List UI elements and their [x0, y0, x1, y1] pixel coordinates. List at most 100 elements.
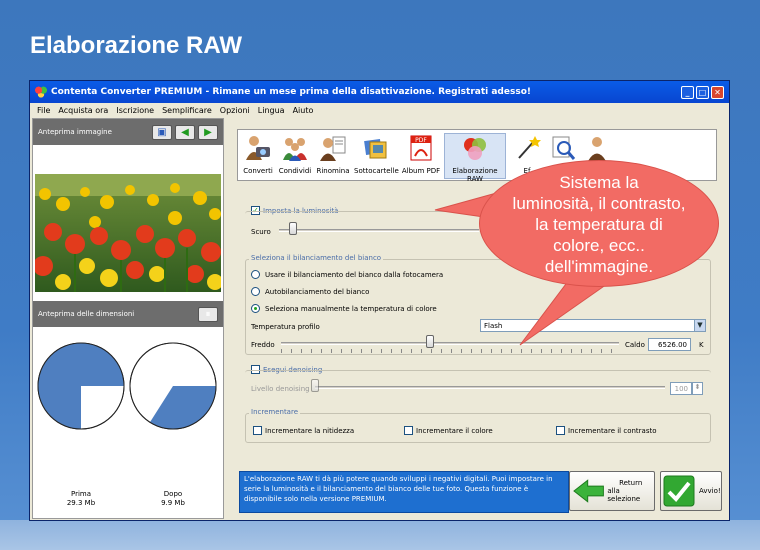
denoise-level-label: Livello denoising — [251, 385, 310, 393]
menu-opzioni[interactable]: Opzioni — [220, 106, 250, 115]
preview-title: Anteprima immagine — [38, 128, 112, 136]
tool-rinomina[interactable]: Rinomina — [316, 134, 350, 175]
color-checkbox[interactable] — [404, 426, 413, 435]
wb-manual-label: Seleziona manualmente la temperatura di … — [265, 305, 437, 313]
return-label-2: alla selezione — [607, 487, 641, 503]
bottom-band — [0, 520, 760, 550]
person-camera-icon — [246, 136, 270, 160]
wb-camera-radio[interactable] — [251, 270, 260, 279]
tool-converti-label: Converti — [243, 167, 273, 175]
pause-icon: ⏸ — [205, 308, 211, 320]
brightness-slider-thumb[interactable] — [289, 222, 297, 235]
menu-bar: File Acquista ora Iscrizione Semplificar… — [30, 103, 729, 117]
after-size: 9.9 Mb — [161, 499, 185, 507]
temp-slider-thumb[interactable] — [425, 335, 434, 348]
next-image-button[interactable]: ▶ — [198, 124, 218, 140]
window-title: Contenta Converter PREMIUM - Rimane un m… — [51, 87, 531, 97]
temp-profile-select[interactable]: Flash ▼ — [480, 319, 706, 332]
wb-camera-label: Usare il bilanciamento del bianco dalla … — [265, 271, 444, 279]
page-heading: Elaborazione RAW — [30, 32, 243, 59]
person-icon — [588, 137, 606, 161]
menu-semplificare[interactable]: Semplificare — [162, 106, 212, 115]
callout-line-3: la temperatura di — [535, 215, 663, 234]
color-label: Incrementare il colore — [416, 427, 493, 435]
people-icon — [283, 138, 307, 161]
denoise-spinner[interactable]: ⬍ — [692, 382, 703, 395]
wb-manual-radio[interactable] — [251, 304, 260, 313]
tool-condividi[interactable]: Condividi — [278, 134, 312, 175]
folder-photos-icon — [364, 138, 387, 159]
app-window: Contenta Converter PREMIUM - Rimane un m… — [29, 80, 730, 521]
temp-unit: K — [699, 341, 704, 349]
callout-line-2: luminosità, il contrasto, — [512, 194, 686, 213]
denoise-slider-thumb[interactable] — [311, 379, 319, 392]
warm-label: Caldo — [625, 341, 645, 349]
chevron-down-icon: ▼ — [694, 320, 705, 331]
svg-text:PDF: PDF — [415, 137, 427, 144]
pause-button[interactable]: ⏸ — [198, 306, 218, 322]
brightness-slider-track[interactable] — [279, 229, 479, 232]
contrast-label: Incrementare il contrasto — [568, 427, 657, 435]
callout-text: Sistema la luminosità, il contrasto, la … — [479, 172, 719, 277]
spinner-icon: ⬍ — [694, 383, 701, 391]
wb-auto-radio[interactable] — [251, 287, 260, 296]
checkmark-icon — [663, 475, 695, 507]
callout-line-1: Sistema la — [559, 173, 639, 192]
minimize-button[interactable]: _ — [681, 85, 694, 99]
denoise-value-input[interactable]: 100 — [670, 382, 692, 395]
denoise-slider-track[interactable] — [315, 386, 665, 389]
size-preview-title: Anteprima delle dimensioni — [38, 310, 135, 318]
tool-album-pdf[interactable]: PDF Album PDF — [401, 134, 441, 175]
tool-condividi-label: Condividi — [278, 167, 312, 175]
start-label: Avvio! — [699, 487, 721, 495]
person-document-icon — [320, 136, 346, 161]
tool-album-pdf-label: Album PDF — [401, 167, 441, 175]
menu-iscrizione[interactable]: Iscrizione — [116, 106, 154, 115]
close-button[interactable]: ✕ — [711, 85, 724, 99]
menu-acquista[interactable]: Acquista ora — [58, 106, 108, 115]
tool-converti[interactable]: Converti — [242, 134, 274, 175]
size-pie-charts — [37, 342, 217, 430]
temp-value-input[interactable]: 6526.00 — [648, 338, 691, 351]
menu-lingua[interactable]: Lingua — [258, 106, 285, 115]
before-label: Prima — [70, 490, 92, 498]
arrow-left-icon: ◀ — [181, 126, 189, 138]
app-logo-icon — [35, 86, 47, 98]
wb-auto-label: Autobilanciamento del bianco — [265, 288, 370, 296]
white-balance-title: Seleziona il bilanciamento del bianco — [249, 254, 384, 262]
contrast-checkbox[interactable] — [556, 426, 565, 435]
info-box: L'elaborazione RAW ti dà più potere quan… — [239, 471, 569, 513]
brightness-low-label: Scuro — [251, 228, 271, 236]
callout-line-4: colore, ecc.. — [553, 236, 645, 255]
tool-rinomina-label: Rinomina — [316, 167, 350, 175]
magnifier-document-icon — [552, 136, 576, 160]
return-label-1: Return — [619, 479, 643, 487]
title-bar: Contenta Converter PREMIUM - Rimane un m… — [30, 81, 729, 103]
cold-label: Freddo — [251, 341, 275, 349]
return-button[interactable]: Return alla selezione — [569, 471, 655, 511]
temp-slider-track[interactable] — [281, 342, 619, 345]
monitor-icon: ▣ — [157, 126, 167, 138]
sharpness-label: Incrementare la nitidezza — [265, 427, 355, 435]
maximize-button[interactable]: □ — [696, 85, 709, 99]
menu-aiuto[interactable]: Aiuto — [293, 106, 314, 115]
preview-image — [35, 174, 221, 292]
color-balls-icon — [464, 138, 486, 160]
enhance-title: Incrementare — [249, 408, 301, 416]
before-size: 29.3 Mb — [66, 499, 96, 507]
size-preview-header: Anteprima delle dimensioni ⏸ — [33, 301, 223, 327]
temp-profile-label: Temperatura profilo — [251, 323, 320, 331]
preview-header: Anteprima immagine ▣ ◀ ▶ — [33, 119, 223, 145]
arrow-left-icon — [573, 479, 604, 503]
monitor-button[interactable]: ▣ — [152, 124, 172, 140]
arrow-right-icon: ▶ — [204, 126, 212, 138]
prev-image-button[interactable]: ◀ — [175, 124, 195, 140]
sharpness-checkbox[interactable] — [253, 426, 262, 435]
start-button[interactable]: Avvio! — [660, 471, 722, 511]
after-label: Dopo — [163, 490, 183, 498]
tool-sottocartelle-label: Sottocartelle — [354, 167, 399, 175]
preview-panel: Anteprima immagine ▣ ◀ ▶ Anteprima delle… — [32, 118, 224, 519]
menu-file[interactable]: File — [37, 106, 50, 115]
tool-sottocartelle[interactable]: Sottocartelle — [354, 134, 399, 175]
temp-profile-value: Flash — [484, 322, 503, 330]
